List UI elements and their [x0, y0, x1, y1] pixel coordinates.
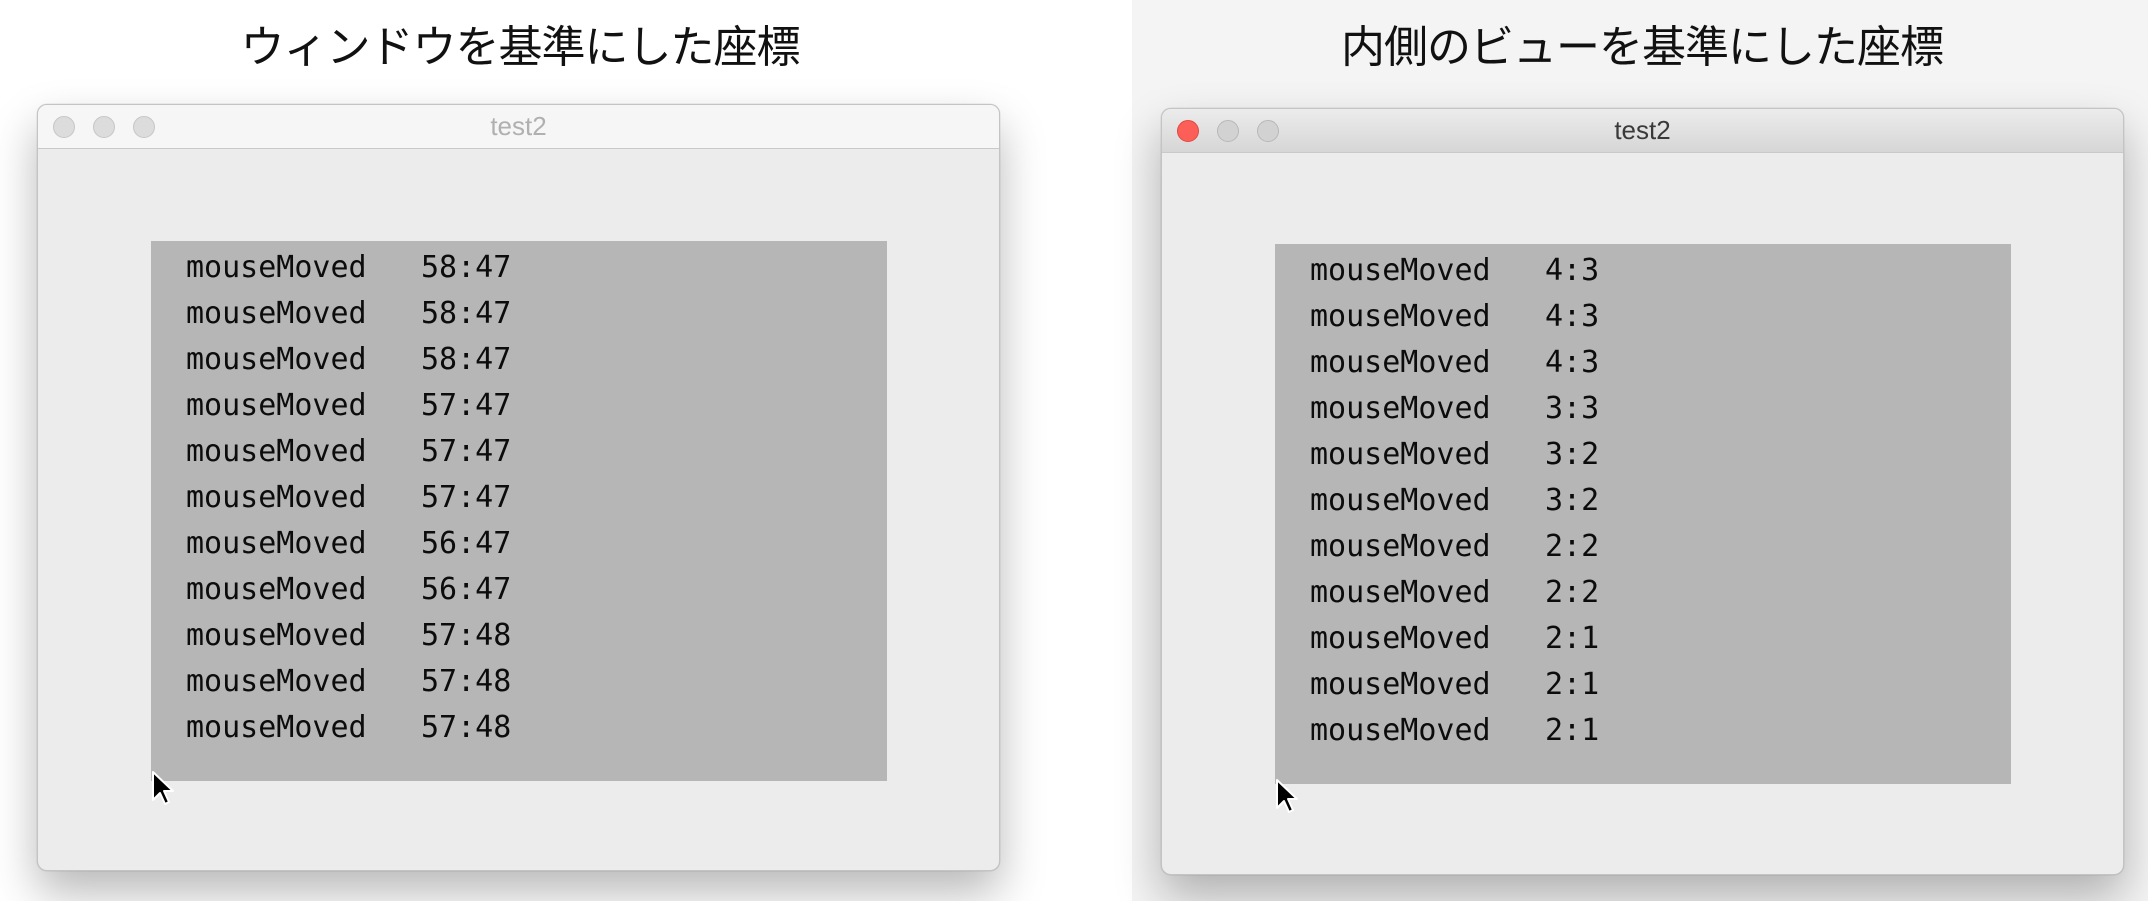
- log-event-name: mouseMoved: [186, 296, 367, 331]
- log-row: mouseMoved 57:47: [186, 429, 511, 475]
- log-event-name: mouseMoved: [186, 250, 367, 285]
- log-event-name: mouseMoved: [1310, 621, 1491, 656]
- left-log-view[interactable]: mouseMoved 58:47 mouseMoved 58:47 mouseMoved…: [151, 241, 887, 781]
- log-coordinates: 57:47: [421, 434, 512, 469]
- right-titlebar[interactable]: test2: [1162, 109, 2123, 153]
- log-event-name: mouseMoved: [186, 480, 367, 515]
- log-coordinates: 57:48: [421, 618, 512, 653]
- left-titlebar[interactable]: test2: [38, 105, 999, 149]
- log-event-name: mouseMoved: [186, 434, 367, 469]
- log-row: mouseMoved 56:47: [186, 567, 511, 613]
- log-row: mouseMoved 2:1: [1310, 662, 1599, 708]
- log-row: mouseMoved 4:3: [1310, 248, 1599, 294]
- log-coordinates: 57:48: [421, 710, 512, 745]
- right-window: test2 mouseMoved 4:3 mouseMoved 4:3 mouseMov…: [1161, 108, 2124, 875]
- log-event-name: mouseMoved: [1310, 529, 1491, 564]
- log-event-name: mouseMoved: [186, 618, 367, 653]
- log-event-name: mouseMoved: [1310, 667, 1491, 702]
- mouse-pointer-icon: [152, 771, 174, 805]
- log-event-name: mouseMoved: [1310, 483, 1491, 518]
- log-row: mouseMoved 57:47: [186, 383, 511, 429]
- log-row: mouseMoved 3:3: [1310, 386, 1599, 432]
- right-caption: 内側のビューを基準にした座標: [1341, 22, 1944, 73]
- log-coordinates: 3:3: [1545, 391, 1600, 426]
- log-event-name: mouseMoved: [186, 572, 367, 607]
- log-coordinates: 4:3: [1545, 253, 1600, 288]
- log-event-name: mouseMoved: [186, 710, 367, 745]
- minimize-icon[interactable]: [93, 116, 115, 138]
- log-coordinates: 57:47: [421, 388, 512, 423]
- log-event-name: mouseMoved: [1310, 299, 1491, 334]
- log-event-name: mouseMoved: [186, 526, 367, 561]
- log-row: mouseMoved 57:48: [186, 705, 511, 751]
- log-row: mouseMoved 57:48: [186, 613, 511, 659]
- log-coordinates: 57:48: [421, 664, 512, 699]
- log-coordinates: 4:3: [1545, 299, 1600, 334]
- zoom-icon[interactable]: [1257, 120, 1279, 142]
- log-row: mouseMoved 58:47: [186, 337, 511, 383]
- minimize-icon[interactable]: [1217, 120, 1239, 142]
- log-row: mouseMoved 2:2: [1310, 570, 1599, 616]
- log-coordinates: 4:3: [1545, 345, 1600, 380]
- log-coordinates: 2:2: [1545, 529, 1600, 564]
- log-event-name: mouseMoved: [186, 342, 367, 377]
- close-icon[interactable]: [53, 116, 75, 138]
- log-row: mouseMoved 56:47: [186, 521, 511, 567]
- log-row: mouseMoved 3:2: [1310, 432, 1599, 478]
- log-event-name: mouseMoved: [1310, 345, 1491, 380]
- log-row: mouseMoved 4:3: [1310, 340, 1599, 386]
- close-icon[interactable]: [1177, 120, 1199, 142]
- log-event-name: mouseMoved: [1310, 575, 1491, 610]
- log-coordinates: 58:47: [421, 342, 512, 377]
- log-coordinates: 57:47: [421, 480, 512, 515]
- log-coordinates: 56:47: [421, 572, 512, 607]
- log-coordinates: 56:47: [421, 526, 512, 561]
- log-event-name: mouseMoved: [1310, 253, 1491, 288]
- log-coordinates: 2:1: [1545, 667, 1600, 702]
- log-row: mouseMoved 57:48: [186, 659, 511, 705]
- log-event-name: mouseMoved: [186, 664, 367, 699]
- mouse-pointer-icon: [1276, 779, 1298, 813]
- log-coordinates: 2:2: [1545, 575, 1600, 610]
- log-coordinates: 58:47: [421, 250, 512, 285]
- left-window-title: test2: [490, 111, 547, 141]
- log-row: mouseMoved 2:2: [1310, 524, 1599, 570]
- log-coordinates: 58:47: [421, 296, 512, 331]
- log-event-name: mouseMoved: [1310, 437, 1491, 472]
- log-coordinates: 2:1: [1545, 713, 1600, 748]
- log-row: mouseMoved 3:2: [1310, 478, 1599, 524]
- left-caption: ウィンドウを基準にした座標: [240, 22, 801, 73]
- log-row: mouseMoved 58:47: [186, 291, 511, 337]
- zoom-icon[interactable]: [133, 116, 155, 138]
- log-coordinates: 3:2: [1545, 437, 1600, 472]
- log-coordinates: 2:1: [1545, 621, 1600, 656]
- log-row: mouseMoved 4:3: [1310, 294, 1599, 340]
- log-event-name: mouseMoved: [1310, 391, 1491, 426]
- right-log-view[interactable]: mouseMoved 4:3 mouseMoved 4:3 mouseMoved 4:3 m…: [1275, 244, 2011, 784]
- log-coordinates: 3:2: [1545, 483, 1600, 518]
- log-row: mouseMoved 58:47: [186, 245, 511, 291]
- left-window: test2 mouseMoved 58:47 mouseMoved 58:47 mous…: [37, 104, 1000, 871]
- log-row: mouseMoved 2:1: [1310, 708, 1599, 754]
- log-event-name: mouseMoved: [186, 388, 367, 423]
- log-row: mouseMoved 2:1: [1310, 616, 1599, 662]
- log-row: mouseMoved 57:47: [186, 475, 511, 521]
- right-window-title: test2: [1614, 115, 1671, 145]
- log-event-name: mouseMoved: [1310, 713, 1491, 748]
